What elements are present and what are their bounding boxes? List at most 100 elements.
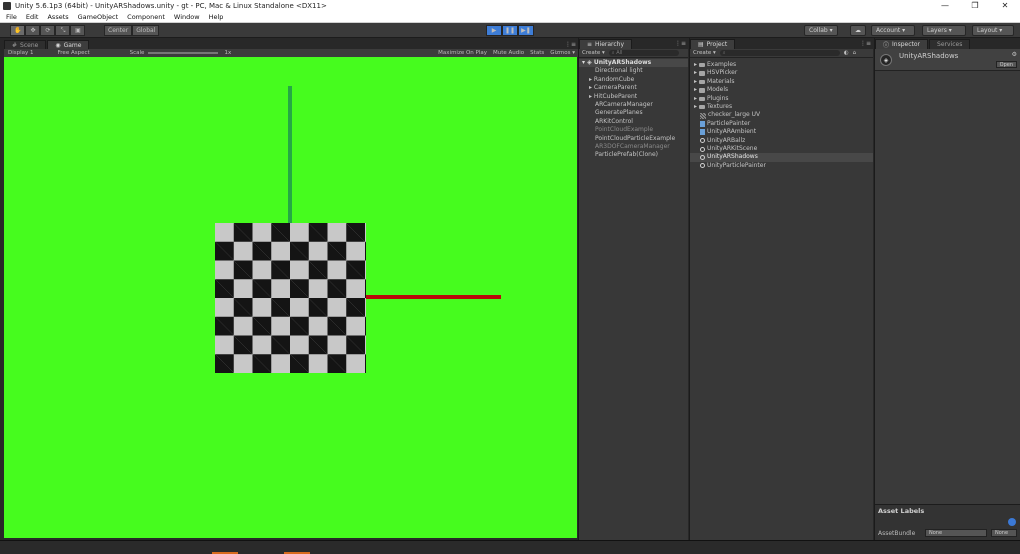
list-item[interactable]: ParticlePainter (690, 120, 873, 128)
play-button[interactable]: ▶ (486, 25, 502, 36)
menu-help[interactable]: Help (209, 13, 224, 21)
menu-file[interactable]: File (6, 13, 17, 21)
tab-project[interactable]: ▤ Project (690, 39, 736, 49)
project-menu-icon[interactable]: ⋮≡ (860, 40, 871, 47)
cloud-button[interactable]: ☁ (850, 25, 866, 36)
account-dropdown[interactable]: Account ▾ (871, 25, 915, 36)
list-item[interactable]: ▸ CameraParent (579, 84, 688, 92)
filter-type-icon[interactable]: ◐ (844, 50, 849, 56)
move-tool-icon[interactable]: ✥ (25, 25, 41, 36)
list-item-selected[interactable]: UnityARShadows (690, 153, 873, 162)
hand-tool-icon[interactable]: ✋ (10, 25, 26, 36)
menu-component[interactable]: Component (127, 13, 165, 21)
pivot-global-toggle[interactable]: Global (132, 25, 160, 36)
rect-tool-icon[interactable]: ▣ (70, 25, 86, 36)
list-item[interactable]: ▸ Models (690, 86, 873, 94)
list-item[interactable]: UnityARKitScene (690, 145, 873, 153)
stats-toggle[interactable]: Stats (530, 50, 544, 56)
asset-bundle-dropdown[interactable]: None (925, 529, 987, 537)
list-item[interactable]: UnityParticlePainter (690, 162, 873, 170)
settings-gear-icon[interactable]: ⚙ (1012, 51, 1017, 58)
list-item[interactable]: PointCloudExample (579, 126, 688, 134)
asset-bundle-variant-dropdown[interactable]: None (991, 529, 1017, 537)
display-dropdown[interactable]: Display 1 (8, 50, 34, 56)
list-item[interactable]: ▸ Textures (690, 103, 873, 111)
project-search-input[interactable]: ⌕ (719, 50, 840, 56)
gizmos-dropdown[interactable]: Gizmos ▾ (550, 50, 575, 56)
list-item[interactable]: ▸ Materials (690, 78, 873, 86)
list-item[interactable]: ▸ HSVPicker (690, 69, 873, 77)
layers-dropdown[interactable]: Layers ▾ (922, 25, 966, 36)
list-item[interactable]: PointCloudParticleExample (579, 135, 688, 143)
panel-menu-icon[interactable]: ⋮≡ (565, 41, 576, 48)
unity-scene-icon (700, 163, 705, 169)
menu-edit[interactable]: Edit (26, 13, 39, 21)
game-viewport[interactable] (4, 57, 577, 538)
list-item[interactable]: ▸ Plugins (690, 95, 873, 103)
account-label: Account ▾ (876, 27, 906, 34)
project-create-button[interactable]: Create ▾ (693, 50, 716, 56)
hierarchy-scene-root[interactable]: ▾ ◈ UnityARShadows (579, 59, 688, 68)
list-item-label: Materials (707, 77, 735, 85)
expand-arrow-icon: ▸ (694, 94, 698, 102)
minimize-button[interactable]: — (930, 0, 960, 12)
list-item[interactable]: UnityARBallz (690, 137, 873, 145)
scale-value: 1x (224, 50, 232, 56)
pause-button[interactable]: ❚❚ (502, 25, 518, 36)
asset-labels-section: Asset Labels AssetBundle None None (875, 504, 1020, 540)
menu-gameobject[interactable]: GameObject (78, 13, 119, 21)
scale-slider[interactable] (148, 52, 219, 54)
label-tag-icon[interactable] (1008, 518, 1016, 526)
list-item-label: checker_large UV (708, 111, 761, 119)
list-item[interactable]: ▸ RandomCube (579, 76, 688, 84)
tab-hierarchy[interactable]: ≡ Hierarchy (579, 39, 633, 49)
step-button[interactable]: ▶❚ (518, 25, 534, 36)
list-item[interactable]: GeneratePlanes (579, 109, 688, 117)
layout-dropdown[interactable]: Layout ▾ (972, 25, 1014, 36)
list-item[interactable]: Directional light (579, 67, 688, 75)
list-item-label: UnityParticlePainter (707, 161, 766, 169)
rotate-tool-icon[interactable]: ⟳ (40, 25, 56, 36)
inspector-header: ◈ UnityARShadows ⚙ Open (875, 49, 1020, 71)
folder-icon (699, 88, 706, 93)
scale-tool-icon[interactable]: ⤡ (55, 25, 71, 36)
maximize-button[interactable]: ❐ (960, 0, 990, 12)
mute-audio-toggle[interactable]: Mute Audio (493, 50, 524, 56)
menu-window[interactable]: Window (174, 13, 200, 21)
inspector-object-name: UnityARShadows (899, 52, 959, 60)
list-item[interactable]: UnityARAmbient (690, 128, 873, 136)
list-item[interactable]: ARKitControl (579, 118, 688, 126)
layout-label: Layout ▾ (977, 27, 1003, 34)
hierarchy-tab-icon: ≡ (587, 41, 593, 48)
game-tab-icon: ◉ (55, 42, 61, 49)
tab-project-label: Project (706, 41, 728, 48)
close-button[interactable]: ✕ (990, 0, 1020, 12)
hierarchy-menu-icon[interactable]: ⋮≡ (675, 40, 686, 47)
hierarchy-search-input[interactable]: ⌕ All (608, 50, 679, 56)
unity-logo-icon: ◈ (880, 54, 892, 66)
list-item[interactable]: ▸ Examples (690, 61, 873, 69)
collab-dropdown[interactable]: Collab ▾ (804, 25, 838, 36)
hierarchy-search-placeholder: All (616, 50, 623, 56)
list-item-label: UnityARAmbient (707, 128, 757, 136)
open-button[interactable]: Open (995, 61, 1017, 68)
menu-assets[interactable]: Assets (47, 13, 68, 21)
maximize-on-play-toggle[interactable]: Maximize On Play (438, 50, 487, 56)
list-item[interactable]: ParticlePrefab(Clone) (579, 151, 688, 159)
hierarchy-create-button[interactable]: Create ▾ (582, 50, 605, 56)
tab-game-label: Game (63, 42, 82, 49)
list-item[interactable]: AR3DOFCameraManager (579, 143, 688, 151)
tab-inspector-label: Inspector (892, 41, 921, 48)
list-item[interactable]: ▸ HitCubeParent (579, 93, 688, 101)
project-toolbar: Create ▾ ⌕ ◐ ⌂ (690, 49, 873, 58)
list-item[interactable]: ARCameraManager (579, 101, 688, 109)
tab-inspector[interactable]: ⓘ Inspector (875, 39, 929, 49)
aspect-dropdown[interactable]: Free Aspect (58, 50, 90, 56)
list-item[interactable]: checker_large UV (690, 111, 873, 119)
y-axis-line (288, 86, 292, 223)
folder-icon (699, 71, 706, 76)
filter-label-icon[interactable]: ⌂ (853, 50, 857, 56)
pivot-center-toggle[interactable]: Center (104, 25, 133, 36)
tab-services[interactable]: Services (929, 39, 971, 49)
layers-label: Layers ▾ (927, 27, 952, 34)
